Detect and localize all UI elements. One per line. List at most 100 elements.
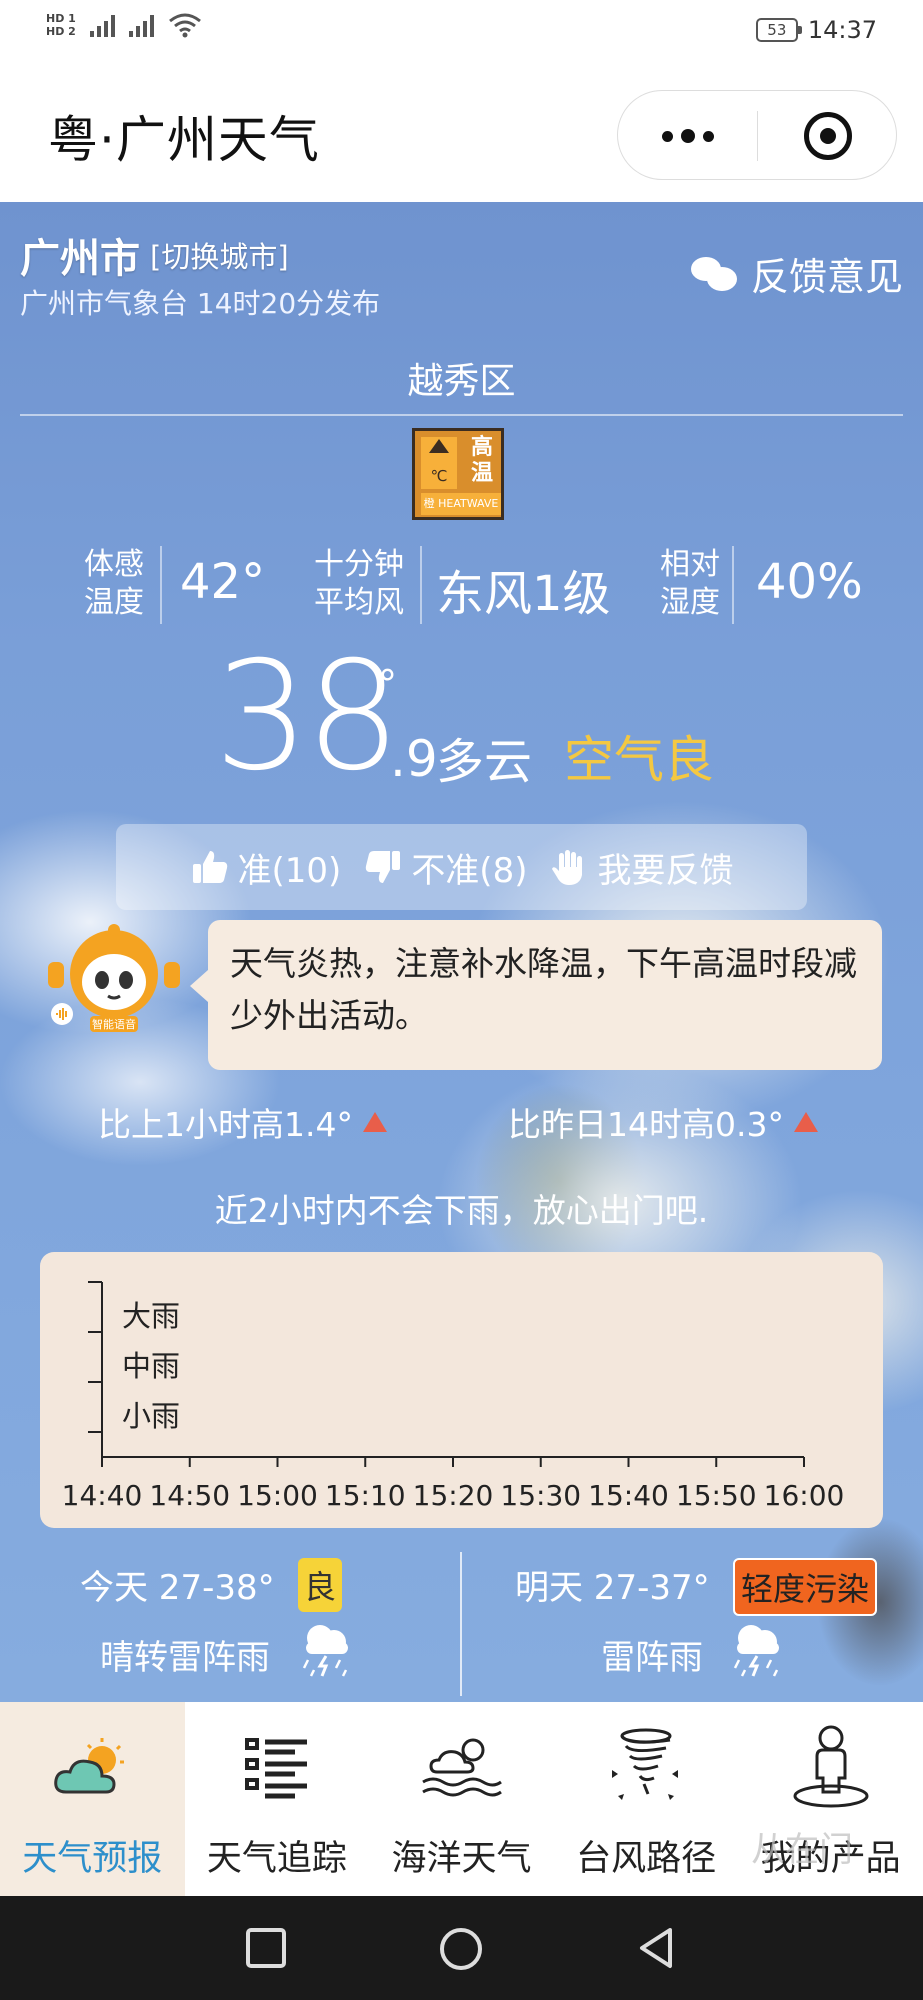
up-arrow-icon: [362, 1112, 387, 1132]
tab-weather-tracking[interactable]: 天气追踪: [185, 1702, 370, 1896]
back-icon[interactable]: [634, 1926, 678, 1970]
sim-indicators: HD 1 HD 2: [46, 12, 76, 38]
x-tick-label: 15:20: [413, 1479, 494, 1512]
wind-value: 东风1级: [436, 566, 611, 622]
vote-accurate-button[interactable]: 准(10): [190, 843, 342, 892]
feels-like-label: 体感 温度: [84, 546, 144, 622]
today-title: 今天 27-38°: [80, 1568, 275, 1608]
vote-feedback-button[interactable]: 我要反馈: [549, 843, 733, 892]
district-name: 越秀区: [407, 361, 516, 402]
x-tick-label: 16:00: [764, 1479, 845, 1512]
tomorrow-title: 明天 27-37°: [515, 1568, 710, 1608]
close-button[interactable]: [758, 91, 897, 181]
x-tick-label: 15:00: [237, 1479, 318, 1512]
status-bar: HD 1 HD 2 53 14:37: [0, 0, 923, 64]
user-icon: [793, 1725, 869, 1808]
voice-assistant-robot-icon[interactable]: 智能语音: [44, 922, 184, 1042]
rain-chart-svg: 小雨 中雨 大雨 14:40 14:50 15:00 15:10 15:20 15:30 15:4…: [62, 1281, 845, 1512]
more-button[interactable]: [618, 91, 757, 181]
metric-divider: [420, 546, 422, 624]
hand-icon: [552, 850, 583, 885]
warning-badge-text: HEATWAVE: [438, 497, 499, 510]
weather-condition: 多云: [436, 734, 533, 790]
humidity-label: 相对 湿度: [660, 546, 720, 622]
thunderstorm-icon: [733, 1625, 779, 1677]
feedback-label: 反馈意见: [750, 255, 903, 299]
forecast-vote-bar: 准(10) 不准(8) 我要反馈: [116, 824, 807, 910]
target-icon: [803, 112, 852, 160]
tab-label: 天气预报: [22, 1839, 163, 1879]
weather-forecast-icon: [54, 1738, 125, 1794]
thunderstorm-icon: [302, 1625, 348, 1677]
tab-weather-forecast[interactable]: 天气预报: [0, 1702, 185, 1896]
tab-typhoon-path[interactable]: 台风路径: [554, 1702, 739, 1896]
thumbs-up-icon: [192, 851, 227, 883]
tomorrow-aqi-badge: 轻度污染: [733, 1558, 878, 1616]
vote-inaccurate-label: 不准(8): [411, 850, 528, 891]
current-temperature: 38: [214, 630, 401, 804]
air-quality-label[interactable]: 空气良: [564, 720, 714, 792]
temperature-decimal: .9: [390, 730, 438, 788]
tomorrow-condition: 雷阵雨: [601, 1638, 703, 1678]
signal-icon-2: [128, 13, 154, 37]
assistant-label: 智能语音: [92, 1017, 136, 1031]
warning-type: 高 温: [463, 435, 501, 487]
today-aqi-badge: 良: [298, 1558, 343, 1612]
thumbs-down-icon: [366, 851, 401, 883]
page-title: 粤·广州天气: [48, 111, 320, 169]
forecast-tomorrow[interactable]: 明天 27-37° 轻度污染 雷阵雨: [463, 1554, 903, 1694]
battery-icon: 53: [755, 18, 802, 42]
status-right: 53 14:37: [755, 16, 877, 44]
clock: 14:37: [807, 16, 877, 44]
warning-badge: 橙 HEATWAVE: [421, 493, 501, 515]
feels-label-1: 体感: [84, 547, 144, 582]
vote-accurate-label: 准(10): [237, 850, 342, 891]
sim2-label: HD 2: [46, 25, 76, 38]
rain-chart: 小雨 中雨 大雨 14:40 14:50 15:00 15:10 15:20 15:30 15:4…: [40, 1252, 883, 1528]
typhoon-icon: [612, 1728, 679, 1800]
x-tick-label: 14:50: [149, 1479, 230, 1512]
home-icon[interactable]: [438, 1926, 484, 1972]
tab-label: 台风路径: [576, 1839, 717, 1879]
divider: [20, 414, 903, 416]
wind-label-2: 平均风: [314, 585, 404, 620]
mini-program-capsule: [617, 90, 897, 180]
heat-warning-icon[interactable]: ℃ 高 温 橙 HEATWAVE: [412, 428, 504, 520]
x-tick-label: 14:40: [62, 1479, 143, 1512]
change-last-hour-text: 比上1小时高1.4°: [98, 1105, 353, 1144]
city-name: 广州市: [20, 236, 140, 282]
sim1-label: HD 1: [46, 12, 76, 25]
tab-label: 海洋天气: [391, 1839, 532, 1879]
warning-line1: 高: [470, 435, 493, 460]
humidity-label-1: 相对: [660, 547, 720, 582]
switch-city-link[interactable]: [切换城市]: [150, 234, 289, 276]
warning-unit: ℃: [421, 437, 457, 489]
recent-apps-icon[interactable]: [244, 1926, 288, 1970]
vote-inaccurate-button[interactable]: 不准(8): [363, 843, 527, 892]
publish-info: 广州市气象台 14时20分发布: [20, 287, 381, 320]
y-tick-label: 小雨: [122, 1399, 180, 1433]
change-yesterday: 比昨日14时高0.3°: [508, 1098, 818, 1146]
feedback-button[interactable]: 反馈意见: [690, 246, 903, 301]
forecast-divider: [460, 1552, 462, 1696]
tab-label: 天气追踪: [206, 1839, 347, 1879]
list-icon: [244, 1738, 307, 1799]
wind-label-1: 十分钟: [314, 547, 404, 582]
metric-divider: [732, 546, 734, 624]
forecast-today[interactable]: 今天 27-38° 良 晴转雷阵雨: [0, 1554, 440, 1694]
vote-feedback-label: 我要反馈: [597, 850, 734, 891]
tab-ocean-weather[interactable]: 海洋天气: [369, 1702, 554, 1896]
wifi-icon: [168, 13, 201, 38]
warning-level: 橙: [423, 497, 435, 510]
change-yesterday-text: 比昨日14时高0.3°: [508, 1105, 784, 1144]
x-tick-label: 15:10: [325, 1479, 406, 1512]
feels-label-2: 温度: [84, 585, 144, 620]
humidity-label-2: 湿度: [660, 585, 720, 620]
x-tick-label: 15:40: [588, 1479, 669, 1512]
y-tick-label: 大雨: [122, 1299, 180, 1333]
y-tick-label: 中雨: [122, 1349, 180, 1383]
warning-line2: 温: [470, 461, 493, 486]
rain-forecast-note: 近2小时内不会下雨，放心出门吧.: [214, 1191, 709, 1230]
humidity-value: 40%: [756, 554, 863, 610]
status-left: HD 1 HD 2: [46, 12, 202, 38]
